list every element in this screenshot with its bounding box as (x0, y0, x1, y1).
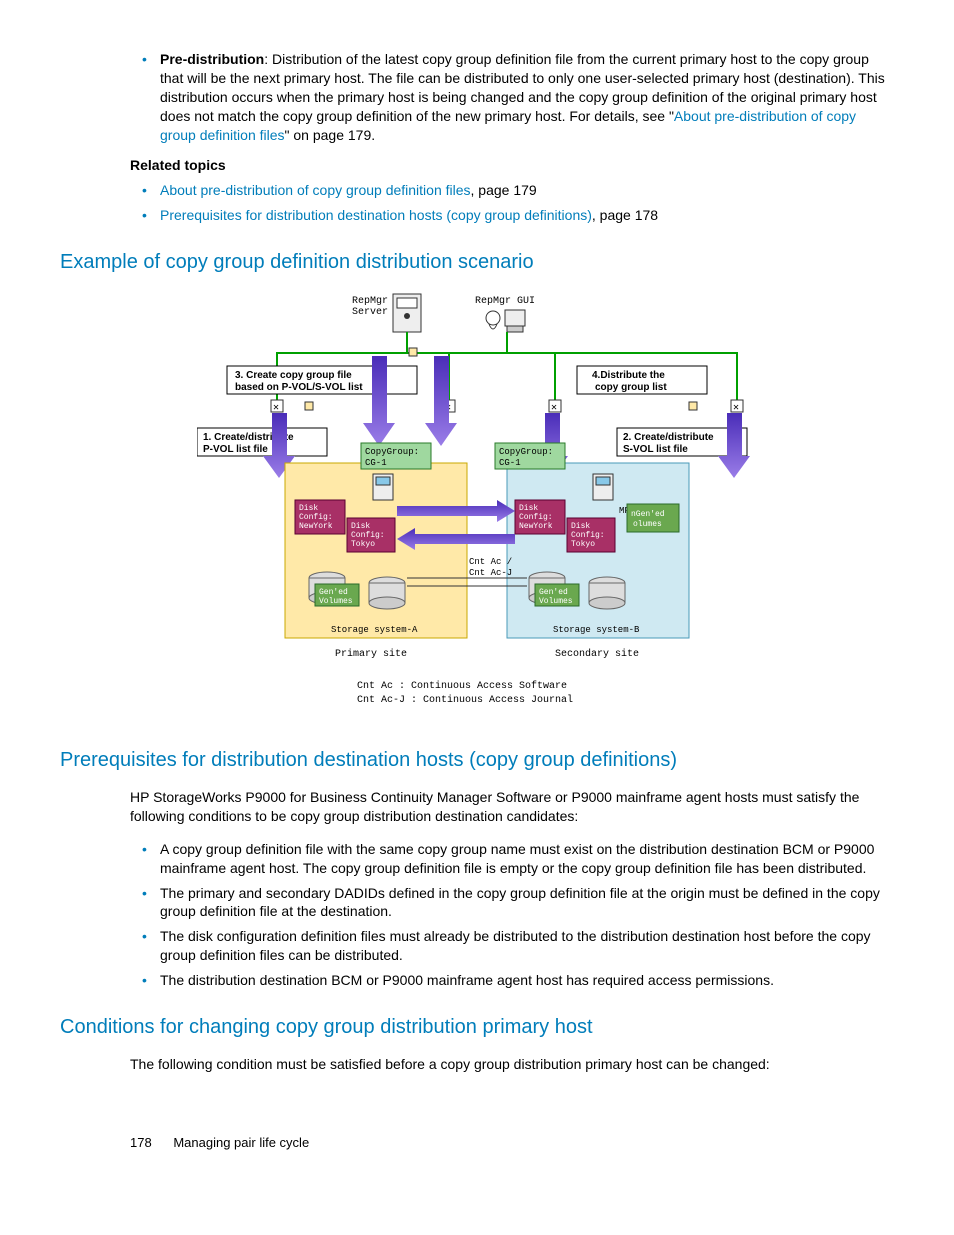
distribution-diagram: RepMgr Server RepMgr GUI ✕ ✕ ✕ ✕ 3. Crea… (60, 288, 894, 723)
svg-text:Disk: Disk (519, 504, 538, 513)
storage-b-label: Storage system-B (553, 625, 640, 635)
svg-text:Volumes: Volumes (319, 597, 353, 606)
related-topic-2-link[interactable]: Prerequisites for distribution destinati… (160, 207, 592, 223)
section3-body: The following condition must be satisfie… (130, 1055, 894, 1074)
svg-text:Tokyo: Tokyo (571, 540, 595, 549)
svg-text:nGen'ed: nGen'ed (631, 510, 665, 519)
svg-text:Config:: Config: (519, 513, 553, 522)
svg-text:Gen'ed: Gen'ed (319, 588, 348, 597)
page-footer: 178 Managing pair life cycle (130, 1134, 894, 1152)
related-topic-1: About pre-distribution of copy group def… (160, 181, 894, 200)
svg-text:Disk: Disk (299, 504, 318, 513)
cnt-ac-label1: Cnt Ac / (469, 557, 512, 567)
primary-site-label: Primary site (335, 648, 407, 660)
repmgr-server-label2: Server (352, 307, 388, 318)
box4-line2: copy group list (595, 382, 667, 393)
page-number: 178 (130, 1135, 152, 1150)
cg-b-line2: CG-1 (499, 458, 521, 468)
svg-text:olumes: olumes (633, 520, 662, 529)
legend-2: Cnt Ac-J : Continuous Access Journal (357, 694, 573, 706)
section1-heading: Example of copy group definition distrib… (60, 249, 894, 276)
chapter-name: Managing pair life cycle (173, 1135, 309, 1150)
svg-text:✕: ✕ (273, 403, 279, 414)
section2-b2: The primary and secondary DADIDs defined… (160, 884, 894, 922)
section2-intro: HP StorageWorks P9000 for Business Conti… (130, 788, 894, 826)
related-topic-2-tail: , page 178 (592, 207, 658, 223)
svg-text:Config:: Config: (351, 531, 385, 540)
cnt-ac-label2: Cnt Ac-J (469, 568, 512, 578)
section3-heading: Conditions for changing copy group distr… (60, 1014, 894, 1041)
pre-distribution-item: Pre-distribution: Distribution of the la… (160, 50, 894, 144)
secondary-site-label: Secondary site (555, 648, 639, 660)
section2-b1: A copy group definition file with the sa… (160, 840, 894, 878)
storage-a-label: Storage system-A (331, 625, 418, 635)
svg-text:Volumes: Volumes (539, 597, 573, 606)
svg-text:Config:: Config: (571, 531, 605, 540)
box2-line1: 2. Create/distribute (623, 432, 714, 443)
box3-line2: based on P-VOL/S-VOL list (235, 382, 363, 393)
pre-distribution-body2: " on page 179. (285, 127, 376, 143)
related-topic-2: Prerequisites for distribution destinati… (160, 206, 894, 225)
box4-line1: 4.Distribute the (592, 370, 665, 381)
pre-distribution-term: Pre-distribution (160, 51, 264, 67)
svg-text:✕: ✕ (733, 403, 739, 414)
related-topic-1-tail: , page 179 (471, 182, 537, 198)
related-topics-heading: Related topics (130, 156, 894, 175)
box1-line2: P-VOL list file (203, 444, 268, 455)
box2-line2: S-VOL list file (623, 444, 688, 455)
intro-bullet-list: Pre-distribution: Distribution of the la… (130, 50, 894, 144)
repmgr-gui-label: RepMgr GUI (475, 296, 535, 307)
svg-text:Gen'ed: Gen'ed (539, 588, 568, 597)
svg-text:Disk: Disk (571, 522, 590, 531)
cg-a-line2: CG-1 (365, 458, 387, 468)
svg-text:Disk: Disk (351, 522, 370, 531)
section2-b3: The disk configuration definition files … (160, 927, 894, 965)
svg-text:NewYork: NewYork (519, 522, 553, 531)
box3-line1: 3. Create copy group file (235, 370, 352, 381)
repmgr-server-label: RepMgr (352, 296, 388, 307)
svg-text:Config:: Config: (299, 513, 333, 522)
section2-b4: The distribution destination BCM or P900… (160, 971, 894, 990)
related-topic-1-link[interactable]: About pre-distribution of copy group def… (160, 182, 471, 198)
svg-text:NewYork: NewYork (299, 522, 333, 531)
section2-bullets: A copy group definition file with the sa… (130, 840, 894, 990)
svg-text:✕: ✕ (551, 403, 557, 414)
legend-1: Cnt Ac : Continuous Access Software (357, 680, 567, 692)
related-topics-list: About pre-distribution of copy group def… (130, 181, 894, 225)
section2-heading: Prerequisites for distribution destinati… (60, 747, 894, 774)
svg-text:Tokyo: Tokyo (351, 540, 375, 549)
cg-a-line1: CopyGroup: (365, 447, 419, 457)
cg-b-line1: CopyGroup: (499, 447, 553, 457)
